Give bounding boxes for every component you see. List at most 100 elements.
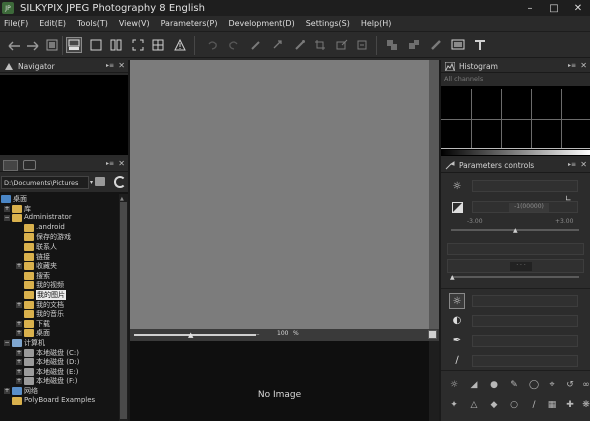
zoom-fit-icon[interactable] (428, 330, 437, 339)
filmstrip-scrollbar[interactable] (429, 341, 439, 421)
tree-expander-icon[interactable]: + (4, 388, 10, 394)
close-icon[interactable]: ✕ (118, 61, 125, 70)
close-icon[interactable]: ✕ (580, 160, 587, 169)
tree-item[interactable]: 搜索 (0, 271, 120, 281)
zoom-minus-button[interactable]: – (256, 330, 266, 340)
menu-file[interactable]: File(F) (4, 19, 28, 28)
color-dropper-icon[interactable]: ✒ (450, 333, 464, 347)
brush-icon[interactable] (292, 37, 308, 53)
tree-item[interactable]: 我的音乐 (0, 309, 120, 319)
display-icon[interactable] (450, 37, 466, 53)
fish-icon[interactable]: ◆ (487, 398, 501, 412)
forward-icon[interactable] (24, 37, 40, 53)
dropper-icon[interactable] (248, 37, 264, 53)
viewer-scroll-strip[interactable] (429, 60, 439, 341)
fullscreen-icon[interactable] (130, 37, 146, 53)
menu-parameters[interactable]: Parameters(P) (161, 19, 218, 28)
menu-development[interactable]: Development(D) (228, 19, 294, 28)
pin-icon[interactable]: ▸≡ (106, 160, 114, 167)
color-select[interactable] (472, 335, 578, 347)
refresh-icon[interactable] (114, 176, 126, 188)
spot-icon[interactable]: ❋ (579, 398, 590, 412)
tree-expander-icon[interactable]: − (4, 215, 10, 222)
exposure-value[interactable]: -1(00000) (509, 203, 549, 212)
menu-tools[interactable]: Tools(T) (77, 19, 108, 28)
sharpness-icon[interactable]: ∕ (450, 353, 464, 367)
minimize-button[interactable]: – (518, 0, 542, 16)
close-icon[interactable]: ✕ (118, 159, 125, 168)
folder-tab-icon[interactable] (3, 160, 18, 171)
tree-item[interactable]: 联系人 (0, 242, 120, 252)
menu-settings[interactable]: Settings(S) (306, 19, 350, 28)
tree-item[interactable]: + 本地磁盘 (D:) (0, 357, 120, 367)
line-icon[interactable]: ∕ (527, 398, 541, 412)
tree-item[interactable]: + 本地磁盘 (C:) (0, 348, 120, 358)
close-button[interactable]: ✕ (566, 0, 590, 16)
copy-params-icon[interactable] (384, 37, 400, 53)
tree-scrollbar[interactable]: ▲ (119, 194, 128, 421)
folder-tree[interactable]: −桌面+库−Administrator.android保存的游戏联系人链接+收藏… (0, 192, 128, 421)
white-balance-select[interactable] (472, 180, 578, 192)
compass-icon[interactable]: ◯ (527, 378, 541, 392)
tone-slider[interactable] (451, 276, 579, 278)
pin-icon[interactable]: ▸≡ (568, 161, 576, 168)
tree-item[interactable]: + 下载 (0, 319, 120, 329)
browse-folder-icon[interactable] (95, 177, 105, 186)
close-icon[interactable]: ✕ (580, 61, 587, 70)
white-balance-icon[interactable]: ☼ (450, 179, 464, 193)
rotate-tool-icon[interactable]: ↺ (563, 378, 577, 392)
tree-item[interactable]: 链接 (0, 252, 120, 262)
auto-exposure-icon[interactable]: ∟ (565, 194, 572, 203)
tree-expander-icon[interactable]: + (16, 359, 22, 366)
sharpness-select[interactable] (472, 355, 578, 367)
pen-icon[interactable]: ✎ (507, 378, 521, 392)
chat-tab-icon[interactable] (23, 160, 36, 170)
tree-item[interactable]: − 计算机 (0, 338, 120, 348)
zoom-slider-handle[interactable]: ▲ (188, 331, 196, 340)
tree-expander-icon[interactable]: + (4, 205, 10, 212)
tree-item[interactable]: + 库 (0, 204, 120, 214)
exposure-slider-handle[interactable]: ▲ (513, 227, 518, 234)
filmstrip-view-icon[interactable] (66, 37, 82, 53)
wand-icon[interactable]: ✦ (447, 398, 461, 412)
tree-item[interactable]: + 收藏夹 (0, 261, 120, 271)
rotate-icon[interactable] (270, 37, 286, 53)
exposure-field[interactable]: -1(00000) (472, 201, 578, 213)
histogram-channel[interactable]: All channels (444, 75, 483, 83)
menu-view[interactable]: View(V) (119, 19, 150, 28)
navigator-preview[interactable] (0, 75, 128, 155)
brightness-select[interactable] (472, 295, 578, 307)
tree-expander-icon[interactable]: + (16, 263, 22, 270)
tree-item[interactable]: + 网络 (0, 386, 120, 396)
export-icon[interactable] (354, 37, 370, 53)
tilt-icon[interactable]: △ (467, 398, 481, 412)
reset-params-icon[interactable] (428, 37, 444, 53)
redo-icon[interactable] (226, 37, 242, 53)
transform-icon[interactable]: ⌖ (545, 378, 559, 392)
tree-item[interactable]: .android (0, 223, 120, 233)
light-icon[interactable]: ☼ (447, 378, 461, 392)
tree-item[interactable]: − Administrator (0, 213, 120, 223)
menu-edit[interactable]: Edit(E) (39, 19, 66, 28)
tree-item[interactable]: + 本地磁盘 (F:) (0, 376, 120, 386)
tone-icon[interactable]: ◢ (467, 378, 481, 392)
compare-view-icon[interactable] (108, 37, 124, 53)
tree-item[interactable]: + 本地磁盘 (E:) (0, 367, 120, 377)
develop-icon[interactable] (334, 37, 350, 53)
pin-icon[interactable]: ▸≡ (568, 62, 576, 69)
text-tool-icon[interactable] (472, 37, 488, 53)
undo-icon[interactable] (204, 37, 220, 53)
tone-value[interactable]: · · · (510, 262, 532, 271)
path-input[interactable]: D:\Documents\Pictures (1, 176, 89, 189)
back-icon[interactable] (6, 37, 22, 53)
sphere-icon[interactable]: ● (487, 378, 501, 392)
zoom-value[interactable]: 100 (277, 330, 288, 337)
image-viewer[interactable] (130, 60, 439, 329)
preset-select[interactable] (447, 243, 584, 255)
filmstrip-area[interactable]: No Image (130, 341, 439, 421)
tree-expander-icon[interactable]: + (16, 320, 22, 327)
tree-expander-icon[interactable]: + (16, 330, 22, 337)
tree-item[interactable]: + 我的文档 (0, 300, 120, 310)
maximize-button[interactable]: □ (542, 0, 566, 16)
exposure-icon[interactable] (450, 200, 464, 214)
